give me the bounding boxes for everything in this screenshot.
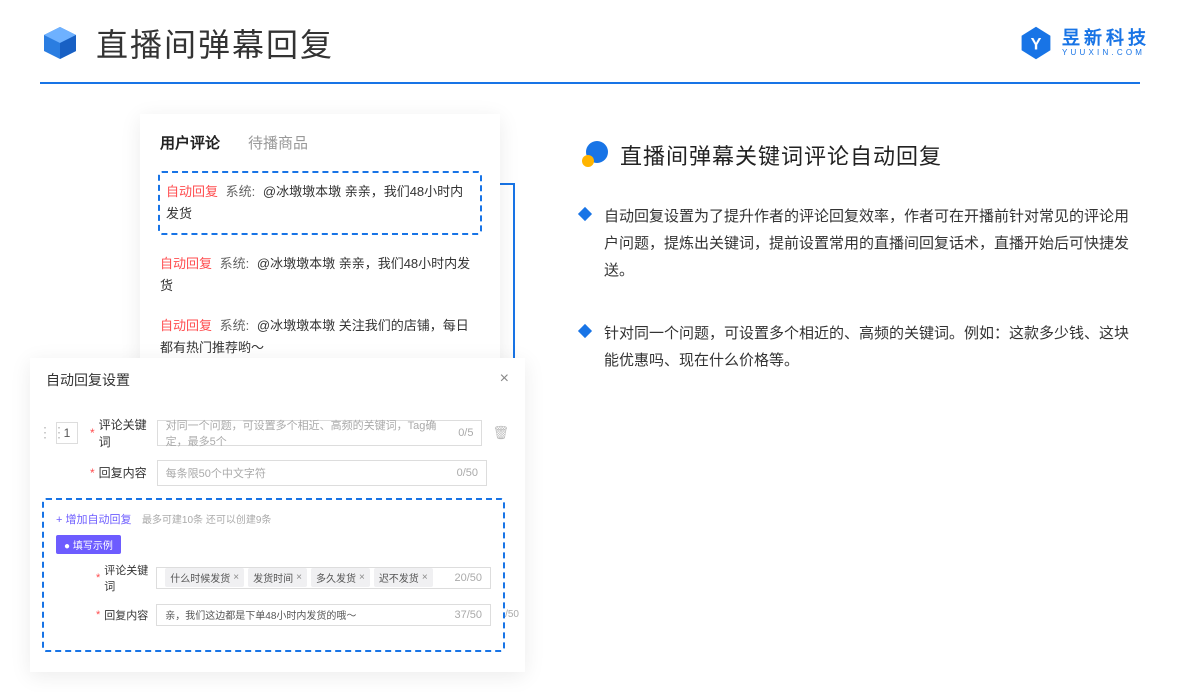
tag-remove-icon[interactable]: × bbox=[233, 572, 239, 583]
system-label: 系统: bbox=[220, 318, 250, 333]
illustration-panel: 用户评论 待播商品 自动回复 系统: @冰墩墩本墩 亲亲，我们48小时内发货 自… bbox=[30, 114, 510, 672]
page-header: 直播间弹幕回复 bbox=[0, 0, 1180, 66]
content-label: 回复内容 bbox=[99, 464, 157, 481]
settings-panel: 自动回复设置 × ⋮⋮ 1 * 评论关键词 对同一个问题，可设置多个相近、高频的… bbox=[30, 358, 525, 672]
comment-row-highlighted: 自动回复 系统: @冰墩墩本墩 亲亲，我们48小时内发货 bbox=[158, 171, 482, 235]
description-panel: 直播间弹幕关键词评论自动回复 自动回复设置为了提升作者的评论回复效率，作者可在开… bbox=[580, 114, 1140, 672]
section-title: 直播间弹幕关键词评论自动回复 bbox=[620, 139, 942, 171]
ex-keyword-input[interactable]: 什么时候发货×发货时间×多久发货×迟不发货× 20/50 bbox=[156, 567, 491, 589]
brand-name-cn: 昱新科技 bbox=[1062, 29, 1150, 47]
close-icon[interactable]: × bbox=[500, 370, 509, 390]
ex-keyword-label: 评论关键词 bbox=[104, 562, 156, 594]
content-input[interactable]: 每条限50个中文字符 0/50 bbox=[157, 460, 487, 486]
example-box: + 增加自动回复 最多可建10条 还可以创建9条 ● 填写示例 * 评论关键词 … bbox=[42, 498, 505, 652]
ex-content-label: 回复内容 bbox=[104, 607, 156, 623]
comment-row: 自动回复 系统: @冰墩墩本墩 关注我们的店铺，每日都有热门推荐哟～ bbox=[158, 311, 482, 363]
keyword-tag[interactable]: 发货时间× bbox=[248, 568, 307, 587]
index-box: 1 bbox=[56, 422, 78, 444]
brand-name-en: YUUXIN.COM bbox=[1062, 49, 1150, 57]
bullet-circles-icon bbox=[580, 141, 608, 169]
add-reply-hint: 最多可建10条 还可以创建9条 bbox=[142, 515, 271, 526]
keyword-tag[interactable]: 什么时候发货× bbox=[165, 568, 244, 587]
cube-icon bbox=[40, 23, 80, 63]
required-mark: * bbox=[90, 466, 95, 480]
tab-products[interactable]: 待播商品 bbox=[248, 132, 308, 153]
system-label: 系统: bbox=[220, 256, 250, 271]
tag-remove-icon[interactable]: × bbox=[359, 572, 365, 583]
delete-icon[interactable]: 🗑 bbox=[492, 425, 509, 441]
tab-comments[interactable]: 用户评论 bbox=[160, 132, 220, 153]
brand-icon: Y bbox=[1018, 25, 1054, 61]
add-reply-link[interactable]: + 增加自动回复 bbox=[56, 511, 131, 527]
page-title: 直播间弹幕回复 bbox=[96, 20, 334, 66]
auto-reply-badge: 自动回复 bbox=[160, 256, 212, 271]
auto-reply-badge: 自动回复 bbox=[160, 318, 212, 333]
keyword-tag[interactable]: 多久发货× bbox=[311, 568, 370, 587]
keyword-label: 评论关键词 bbox=[99, 416, 157, 450]
comment-row: 自动回复 系统: @冰墩墩本墩 亲亲，我们48小时内发货 bbox=[158, 249, 482, 301]
keyword-input[interactable]: 对同一个问题，可设置多个相近、高频的关键词，Tag确定，最多5个 0/5 bbox=[157, 420, 483, 446]
brand-logo: Y 昱新科技 YUUXIN.COM bbox=[1018, 25, 1150, 61]
system-label: 系统: bbox=[226, 184, 256, 199]
tag-remove-icon[interactable]: × bbox=[296, 572, 302, 583]
keyword-tag[interactable]: 迟不发货× bbox=[374, 568, 433, 587]
auto-reply-badge: 自动回复 bbox=[166, 184, 218, 199]
settings-title: 自动回复设置 bbox=[46, 370, 130, 390]
diamond-bullet-icon bbox=[578, 324, 592, 338]
svg-text:Y: Y bbox=[1031, 35, 1042, 53]
required-mark: * bbox=[90, 426, 95, 440]
outside-counter: /50 bbox=[505, 609, 519, 620]
ex-content-input[interactable]: 亲，我们这边都是下单48小时内发货的哦～ 37/50 bbox=[156, 604, 491, 626]
tag-remove-icon[interactable]: × bbox=[422, 572, 428, 583]
diamond-bullet-icon bbox=[578, 207, 592, 221]
example-badge: ● 填写示例 bbox=[56, 535, 121, 554]
drag-handle-icon[interactable]: ⋮⋮ bbox=[38, 424, 56, 441]
point-text: 自动回复设置为了提升作者的评论回复效率，作者可在开播前针对常见的评论用户问题，提… bbox=[604, 203, 1140, 284]
comments-card: 用户评论 待播商品 自动回复 系统: @冰墩墩本墩 亲亲，我们48小时内发货 自… bbox=[140, 114, 500, 398]
point-text: 针对同一个问题，可设置多个相近的、高频的关键词。例如：这款多少钱、这块能优惠吗、… bbox=[604, 320, 1140, 374]
